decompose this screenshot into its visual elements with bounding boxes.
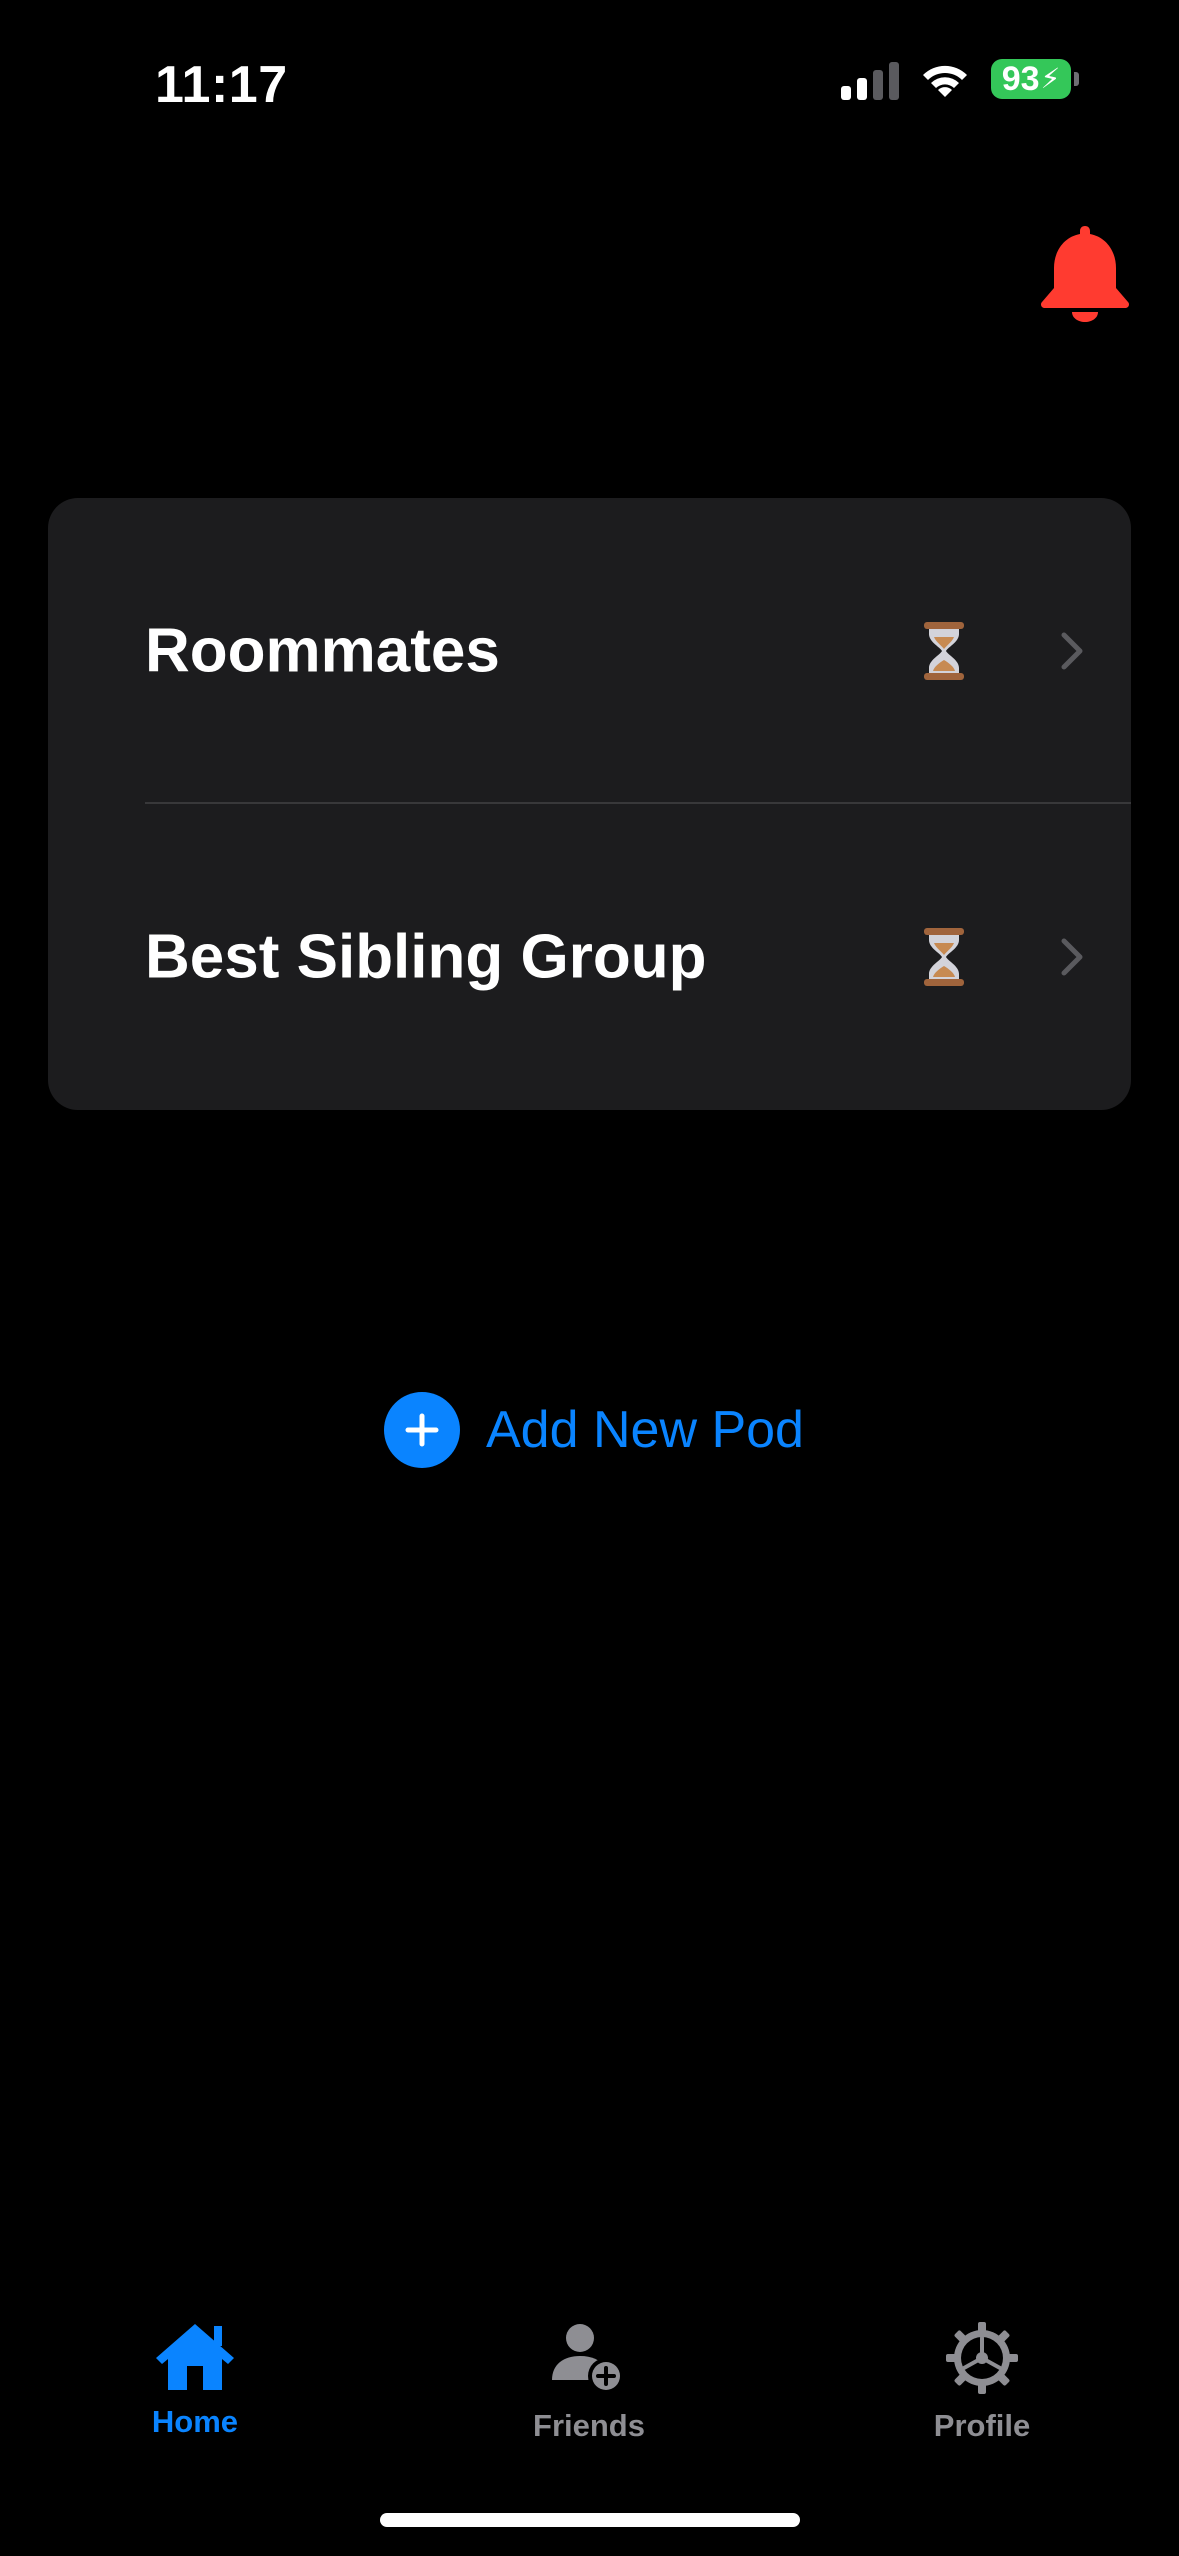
chevron-right-icon	[1060, 937, 1084, 977]
person-add-icon	[546, 2320, 632, 2396]
battery-icon: 93 ⚡	[991, 59, 1079, 99]
chevron-right-icon	[1060, 631, 1084, 671]
tab-profile-label: Profile	[933, 2408, 1031, 2443]
plus-circle-icon	[384, 1392, 460, 1468]
cellular-signal-icon	[841, 58, 899, 100]
tab-friends-label: Friends	[533, 2408, 645, 2443]
tab-home[interactable]: Home	[75, 2320, 315, 2440]
bell-icon[interactable]	[1036, 222, 1134, 324]
add-new-pod-button[interactable]: Add New Pod	[384, 1392, 804, 1468]
home-indicator[interactable]	[380, 2513, 800, 2527]
add-new-pod-label: Add New Pod	[486, 1401, 804, 1459]
status-indicators: 93 ⚡	[841, 58, 1079, 100]
status-time: 11:17	[155, 56, 288, 114]
hourglass-icon	[922, 622, 966, 680]
battery-level: 93 ⚡	[991, 59, 1071, 99]
pod-name: Best Sibling Group	[145, 922, 707, 992]
pod-name: Roommates	[145, 616, 500, 686]
hourglass-icon	[922, 928, 966, 986]
tab-profile[interactable]: Profile	[862, 2320, 1102, 2444]
tab-friends[interactable]: Friends	[469, 2320, 709, 2444]
house-icon	[152, 2320, 238, 2392]
pods-list: Roommates Best Sibling Group	[48, 498, 1131, 1110]
tab-home-label: Home	[151, 2404, 239, 2439]
gear-icon	[944, 2320, 1020, 2396]
wifi-icon	[919, 59, 971, 99]
pod-row-roommates[interactable]: Roommates	[48, 498, 1131, 804]
pod-row-best-sibling-group[interactable]: Best Sibling Group	[48, 804, 1131, 1110]
